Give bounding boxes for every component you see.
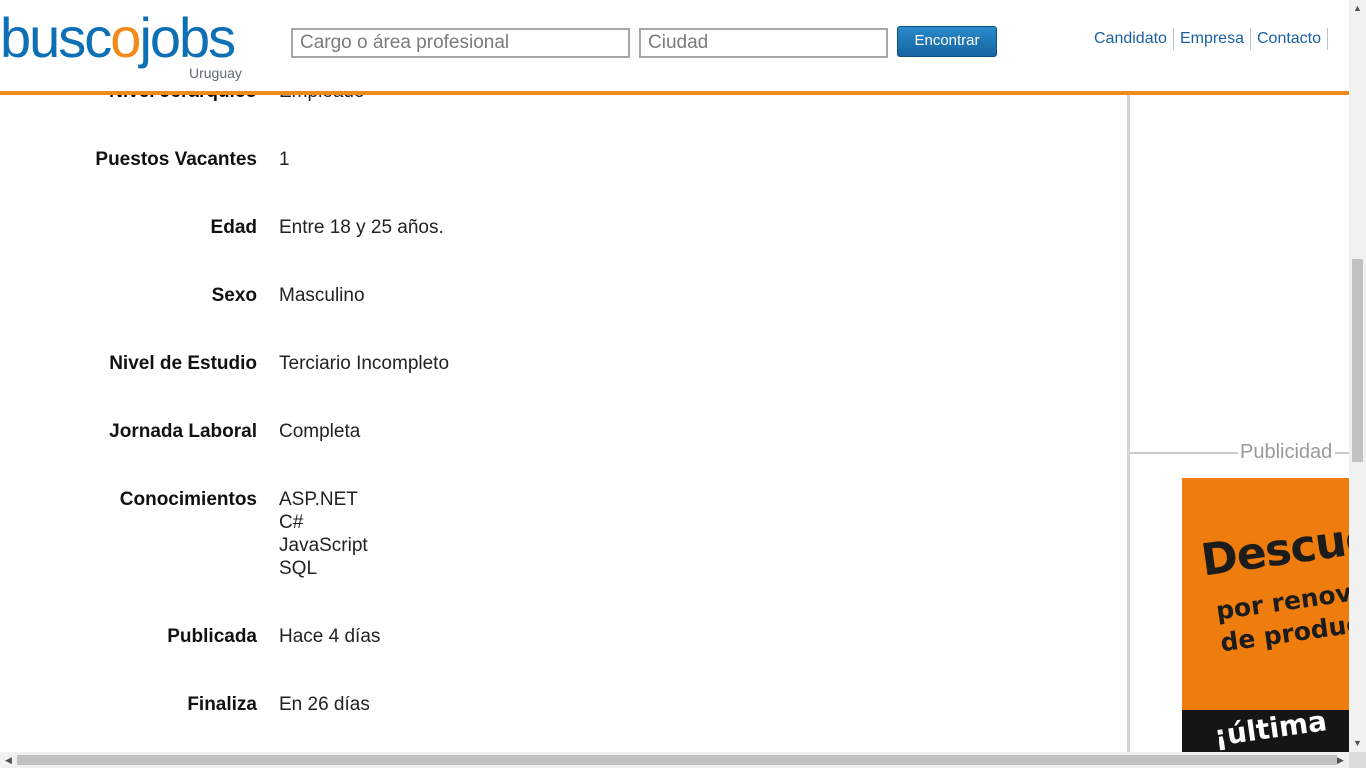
- ad-subtext: por renovaci de producto: [1214, 571, 1349, 659]
- nav-link-candidato[interactable]: Candidato: [1088, 28, 1174, 50]
- top-nav: Candidato Empresa Contacto: [1088, 28, 1338, 50]
- detail-label: Sexo: [211, 285, 257, 306]
- detail-value: Hace 4 días: [279, 626, 381, 647]
- divider: [1130, 452, 1238, 454]
- ad-footer-text: ¡última: [1212, 704, 1329, 752]
- ad-headline: Descuen: [1198, 507, 1349, 587]
- detail-label: Finaliza: [187, 694, 257, 715]
- logo-text: busc: [0, 6, 112, 69]
- page: Nivel Jerárquico Empleado Puestos Vacant…: [0, 0, 1366, 768]
- vertical-scrollbar[interactable]: ▲ ▼: [1349, 0, 1366, 752]
- logo-accent: o: [110, 6, 141, 69]
- detail-value: En 26 días: [279, 694, 370, 715]
- skills-list: ASP.NET C# JavaScript SQL: [279, 488, 368, 580]
- scrollbar-corner: [1349, 752, 1366, 768]
- detail-value: 1: [279, 149, 290, 170]
- job-details-panel: Nivel Jerárquico Empleado Puestos Vacant…: [0, 0, 1130, 752]
- nav-link-contacto[interactable]: Contacto: [1251, 28, 1329, 50]
- logo-region: Uruguay: [189, 65, 242, 81]
- horizontal-scroll-thumb[interactable]: [17, 755, 1337, 765]
- scroll-down-arrow-icon[interactable]: ▼: [1349, 735, 1366, 752]
- skill-item: C#: [279, 512, 304, 533]
- skill-item: SQL: [279, 558, 318, 579]
- job-title-search-input[interactable]: [291, 28, 630, 58]
- logo-text: jobs: [139, 6, 236, 69]
- find-button[interactable]: Encontrar: [897, 26, 997, 57]
- scroll-right-arrow-icon[interactable]: ▶: [1332, 752, 1349, 768]
- detail-value: Terciario Incompleto: [279, 353, 450, 374]
- skill-item: ASP.NET: [279, 489, 358, 510]
- detail-label: Nivel de Estudio: [109, 353, 257, 374]
- ad-footer: ¡última: [1182, 704, 1349, 752]
- detail-label: Edad: [210, 217, 257, 238]
- detail-label: Jornada Laboral: [109, 421, 257, 442]
- horizontal-scrollbar[interactable]: ◀ ▶: [0, 752, 1349, 768]
- detail-value: Entre 18 y 25 años.: [279, 217, 444, 238]
- nav-link-empresa[interactable]: Empresa: [1174, 28, 1251, 50]
- nav-overflow[interactable]: [1328, 31, 1338, 47]
- site-logo[interactable]: buscojobs Uruguay: [0, 6, 258, 84]
- sidebar: Publicidad Descuen por renovaci de produ…: [1130, 0, 1349, 752]
- scroll-left-arrow-icon[interactable]: ◀: [0, 752, 17, 768]
- ad-section-label: Publicidad: [1240, 441, 1333, 463]
- detail-value: Completa: [279, 421, 361, 442]
- detail-label: Puestos Vacantes: [95, 149, 257, 170]
- scroll-up-arrow-icon[interactable]: ▲: [1349, 0, 1366, 17]
- logo-wordmark: buscojobs: [0, 6, 236, 69]
- detail-value: Masculino: [279, 285, 365, 306]
- detail-label: Conocimientos: [119, 489, 257, 510]
- ad-banner[interactable]: Descuen por renovaci de producto ¡última: [1182, 478, 1349, 752]
- vertical-scroll-thumb[interactable]: [1352, 259, 1363, 462]
- city-search-input[interactable]: [639, 28, 888, 58]
- divider: [1335, 452, 1349, 454]
- detail-label: Publicada: [167, 626, 257, 647]
- site-header: buscojobs Uruguay Encontrar Candidato Em…: [0, 0, 1349, 95]
- skill-item: JavaScript: [279, 535, 368, 556]
